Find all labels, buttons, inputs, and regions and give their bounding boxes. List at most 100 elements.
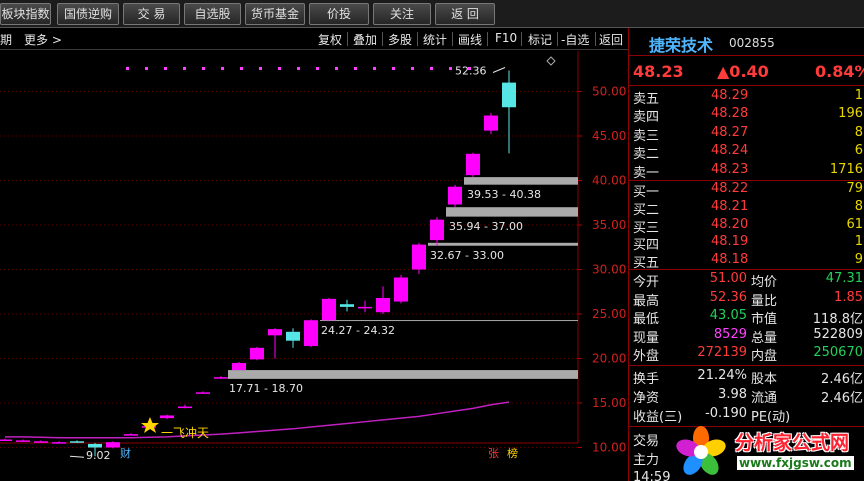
event-marker[interactable]: 榜 [507, 446, 518, 460]
toolbar-button-repo[interactable]: 国债逆购 [57, 3, 119, 25]
candle-body[interactable] [106, 442, 120, 448]
high-marker-arrow [492, 67, 506, 73]
candle-body[interactable] [286, 331, 300, 341]
bid-price: 48.21 [711, 198, 749, 214]
finance-value: 21.24% [697, 368, 747, 383]
statistics-button[interactable]: 统计 [423, 31, 447, 48]
candle-body[interactable] [322, 298, 336, 321]
ask-price: 48.23 [711, 161, 749, 177]
candle-body[interactable] [178, 406, 192, 409]
chart-back-button[interactable]: 返回 [599, 31, 623, 48]
candle-body[interactable] [448, 186, 462, 205]
ask-price: 48.28 [711, 106, 749, 122]
candle-body[interactable] [502, 82, 516, 108]
restore-rights-button[interactable]: 复权 [318, 31, 342, 48]
candle-body[interactable] [484, 115, 498, 131]
stat-value: 47.31 [825, 271, 863, 286]
multi-stock-button[interactable]: 多股 [388, 31, 412, 48]
candle-body[interactable] [160, 415, 174, 419]
candle-body[interactable] [250, 347, 264, 360]
candlestick-chart[interactable]: 50.00 45.00 40.00 35.00 30.00 25.00 20.00 15.00… [0, 51, 628, 481]
stat-label: 外盘 [633, 349, 660, 365]
f10-button[interactable]: F10 [495, 31, 517, 45]
low-price-marker: 9.02 [86, 449, 111, 462]
watermark-logo: 分析家公式网 www.fxjgsw.com [673, 424, 863, 480]
ask-price: 48.27 [711, 124, 749, 140]
candle-body[interactable] [394, 277, 408, 302]
stat-label: 内盘 [751, 349, 778, 365]
bid-row: 买一 48.22 79 [629, 180, 864, 200]
candle-body[interactable] [52, 442, 66, 444]
candle-body[interactable] [358, 306, 372, 309]
finance-value: 3.98 [718, 387, 747, 402]
footer-label[interactable]: 主力 [633, 449, 659, 468]
ask-level-label: 卖五 [633, 92, 660, 107]
stat-value: 43.05 [709, 308, 747, 324]
toolbar-button-sector-index[interactable]: 板块指数 [0, 3, 51, 25]
ask-level-label: 卖四 [633, 110, 660, 126]
bid-volume: 61 [846, 216, 863, 232]
toolbar-button-trade[interactable]: 交 易 [123, 3, 180, 25]
reference-dot [202, 67, 205, 70]
chart-toolbar: 周期 更多 > 复权 叠加 多股 统计 画线 F10 标记 -自选 返回 [0, 28, 628, 50]
stat-value: 250670 [813, 345, 863, 361]
toolbar-button-money-fund[interactable]: 货币基金 [245, 3, 305, 25]
toolbar-button-watchlist[interactable]: 自选股 [184, 3, 241, 25]
candle-body[interactable] [196, 392, 210, 394]
more-menu[interactable]: 更多 > [24, 31, 62, 48]
candle-body[interactable] [232, 362, 246, 371]
toolbar-button-follow[interactable]: 关注 [373, 3, 431, 25]
finance-value: 2.46亿 [821, 391, 863, 406]
toolbar-button-back[interactable]: 返 回 [435, 3, 495, 25]
candle-body[interactable] [124, 434, 138, 436]
toolbar-button-value-invest[interactable]: 价投 [309, 3, 369, 25]
bid-row: 买三 48.20 61 [629, 216, 864, 236]
bid-price: 48.19 [711, 234, 749, 250]
period-selector[interactable]: 周期 [0, 31, 12, 48]
candle-body[interactable] [34, 441, 48, 443]
y-tick-label: 20.00 [592, 352, 626, 366]
stat-label: 最高 [633, 293, 660, 309]
candle-body[interactable] [16, 440, 30, 442]
y-tick-label: 45.00 [592, 129, 626, 143]
candle-body[interactable] [466, 153, 480, 176]
top-toolbar: 板块指数 国债逆购 交 易 自选股 货币基金 价投 关注 返 回 [0, 0, 864, 28]
stock-code: 002855 [729, 36, 775, 50]
finance-row: 收益(三) -0.190 PE(动) [629, 405, 864, 425]
overlay-button[interactable]: 叠加 [353, 31, 377, 48]
stat-label: 总量 [751, 330, 778, 346]
mark-button[interactable]: 标记 [528, 31, 552, 48]
finance-value: 2.46亿 [821, 372, 863, 387]
divider [521, 32, 522, 46]
candle-body[interactable] [0, 439, 12, 441]
candle-body[interactable] [88, 443, 102, 448]
divider [629, 55, 864, 56]
reference-dot [259, 67, 262, 70]
bid-price: 48.22 [711, 181, 749, 196]
ask-row: 卖二 48.24 6 [629, 142, 864, 162]
candle-body[interactable] [376, 297, 390, 313]
divider [595, 32, 596, 46]
stat-label: 均价 [751, 275, 778, 290]
candle-body[interactable] [70, 441, 84, 443]
remove-watchlist-button[interactable]: -自选 [561, 31, 589, 48]
candle-body[interactable] [268, 329, 282, 336]
ask-volume: 8 [854, 124, 863, 140]
candle-body[interactable] [340, 304, 354, 307]
event-marker[interactable]: 张 [488, 447, 499, 460]
candle-body[interactable] [214, 377, 228, 379]
moving-average-line [5, 401, 510, 439]
footer-label[interactable]: 交易 [633, 430, 659, 449]
stat-value: 52.36 [709, 289, 747, 305]
candle-body[interactable] [412, 244, 426, 270]
diamond-icon[interactable] [546, 56, 556, 66]
candle-body[interactable] [304, 320, 318, 347]
event-marker[interactable]: 财 [120, 446, 131, 460]
gap-label: 32.67 - 33.00 [430, 249, 504, 262]
ask-volume: 196 [838, 106, 863, 122]
draw-line-button[interactable]: 画线 [458, 31, 482, 48]
y-tick-label: 10.00 [592, 441, 626, 455]
candle-body[interactable] [430, 219, 444, 241]
divider [382, 32, 383, 46]
chart-canvas[interactable]: 50.00 45.00 40.00 35.00 30.00 25.00 20.00 15.00… [0, 51, 628, 481]
